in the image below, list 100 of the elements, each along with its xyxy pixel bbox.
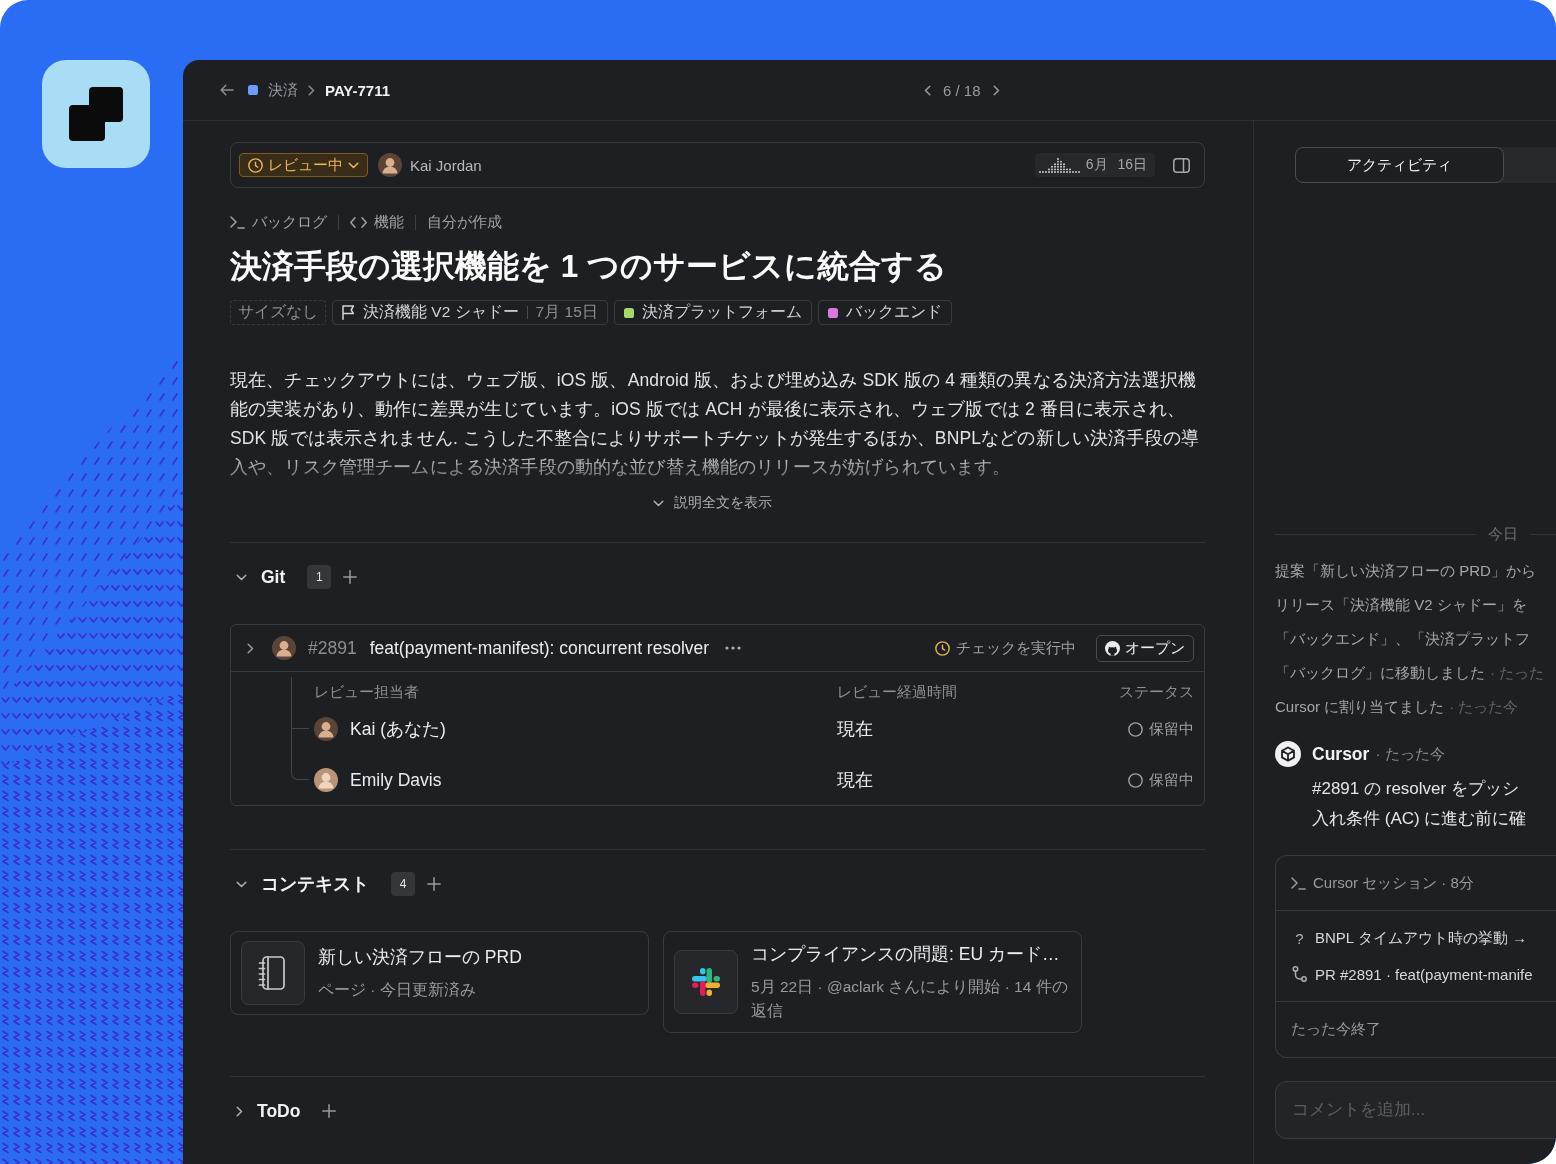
day-label: 今日 [1488,524,1518,544]
column-header: レビュー経過時間 [837,682,958,702]
size-tag[interactable]: サイズなし [230,300,326,325]
plus-icon[interactable] [427,877,441,891]
terminal-icon [230,215,245,229]
status-dropdown[interactable]: レビュー中 [239,153,368,177]
clock-icon [935,640,950,656]
activity-entry: 提案「新しい決済フローの PRD」から [1275,561,1536,581]
session-title: Cursor セッション · 8分 [1313,873,1474,893]
comment-author: Cursor [1312,743,1370,765]
clock-icon [248,157,263,173]
comment-text: 入れ条件 (AC) に進む前に確 [1312,808,1528,830]
activity-entry: 「バックエンド」、「決済プラットフ [1275,629,1530,649]
tag-label: 決済プラットフォーム [641,302,802,322]
more-icon[interactable] [725,646,742,650]
page-counter: 6 / 18 [943,81,981,99]
meta-label[interactable]: バックログ [252,212,327,232]
chevron-right-icon[interactable] [992,84,1000,96]
assignee-name[interactable]: Kai Jordan [410,156,482,174]
review-status: 保留中 [1149,770,1194,790]
avatar-icon [378,153,402,177]
tab[interactable]: アクティビティ [1295,147,1504,183]
code-icon [350,216,367,228]
tree-connector [291,677,309,729]
activity-entry: リリース「決済機能 V2 シャドー」を [1275,595,1527,615]
chevron-right-icon [308,84,315,96]
reviewer-name: Emily Davis [350,769,442,791]
activity-entry: 「バックログ」に移動しました [1275,663,1485,683]
activity-time: · たった [1490,663,1545,683]
breadcrumb-link[interactable]: 決済 [268,80,298,100]
tree-connector [291,729,309,780]
card-meta: ページ · 今日更新済み [318,980,477,1000]
session-item[interactable]: PR #2891 · feat(payment-manife [1315,965,1533,983]
card-title: コンプライアンスの問題: EU カード… [751,943,1061,966]
release-tag[interactable]: 決済機能 V2 シャドー 7月 15日 [332,300,608,325]
chevron-down-icon[interactable] [236,880,247,888]
chevron-right-icon[interactable] [247,642,254,654]
context-card[interactable]: 新しい決済フローの PRD ページ · 今日更新済み [230,931,649,1015]
label-tag[interactable]: バックエンド [817,300,952,325]
column-header: ステータス [1119,682,1194,702]
chevron-down-icon [348,161,359,169]
comment-field[interactable]: コメントを追加... [1275,1081,1556,1139]
plus-icon[interactable] [343,570,358,584]
count-badge: 1 [307,565,332,589]
elapsed-time: 現在 [837,769,874,792]
session-status: たった今終了 [1290,1019,1382,1039]
chevron-down-icon [653,499,664,507]
pr-number[interactable]: #2891 [308,637,357,659]
reviewer-name: Kai (あなた) [350,718,446,741]
hash-icon [674,950,738,1014]
notebook-icon [241,941,305,1005]
card-title: 新しい決済フローの PRD [318,946,523,969]
show-more-button[interactable]: 説明全文を表示 [653,493,782,513]
section-title[interactable]: ToDo [257,1100,301,1122]
avatar-icon [314,768,338,792]
tag-label: バックエンド [845,302,942,322]
due-date-button[interactable]: 6月 16日 [1034,153,1155,177]
comment-text: #2891 の resolver をプッシ [1312,778,1520,800]
activity-entry: Cursor に割り当てました [1275,697,1445,717]
meta-label[interactable]: 自分が作成 [427,212,502,232]
section-title[interactable]: コンテキスト [261,872,369,896]
back-arrow-icon[interactable] [220,84,234,96]
description-text: 現在、チェックアウトには、ウェブ版、iOS 版、Android 版、および埋め込み SDK 版の 4 種類の異なる決済方法選択機能の実装があり、動作に差異が生じています。iOS 版では ACH が最後に表示され、ウェブ版では 2 番目に表示され、SDK 版では表示されません. こうした不整合によりサポートチケットが発生するほか、BNPLなどの新しい決済手段の導入や、リスク管理チームによる決済手段の動的な並び替え機能のリリースが妨げられています。 [230,369,1200,479]
sidebar-toggle-icon[interactable] [1173,157,1190,173]
card-meta: 5月 22日 · @aclark さんにより開始 · 14 件の返信 [751,977,1069,1021]
team-square-icon [248,85,258,95]
avatar-icon [314,717,338,741]
review-status: 保留中 [1149,719,1194,739]
avatar-icon [272,636,296,660]
terminal-icon [1291,876,1306,890]
label-tag[interactable]: 決済プラットフォーム [613,300,812,325]
plus-icon[interactable] [322,1104,337,1118]
logo-icon [42,60,150,168]
issue-title: 決済手段の選択機能を 1 つのサービスに統合する [230,247,949,286]
flag-icon [342,305,355,320]
circle-icon [1128,772,1143,788]
elapsed-time: 現在 [837,718,874,741]
cat-icon [1105,640,1120,656]
open-button[interactable]: オープン [1096,634,1194,662]
cube-icon [1275,741,1301,767]
meta-label[interactable]: 機能 [374,212,404,232]
column-header: レビュー担当者 [314,682,420,702]
chevron-down-icon[interactable] [236,573,247,581]
pr-title[interactable]: feat(payment-manifest): concurrent resolver [369,637,710,659]
checks-status: チェックを実行中 [956,638,1076,658]
chevron-left-icon[interactable] [924,84,931,96]
chevron-right-icon[interactable] [236,1105,243,1117]
activity-time: · たった今 [1449,697,1519,717]
comment-time: · たった今 [1375,744,1445,764]
question-icon: ? [1292,929,1307,947]
tag-date: 7月 15日 [535,302,598,322]
circle-icon [1128,721,1143,737]
branch-icon [1292,966,1307,982]
breadcrumb-link[interactable]: PAY-7711 [325,81,391,99]
section-title[interactable]: Git [261,566,286,588]
dot-histogram-icon [1038,157,1080,173]
context-card[interactable]: コンプライアンスの問題: EU カード… 5月 22日 · @aclark さんにより開始 · 14 件の返信 [663,931,1082,1033]
tag-label: 決済機能 V2 シャドー [363,302,519,322]
session-item[interactable]: BNPL タイムアウト時の挙動 → [1315,928,1527,948]
count-badge: 4 [391,872,415,896]
